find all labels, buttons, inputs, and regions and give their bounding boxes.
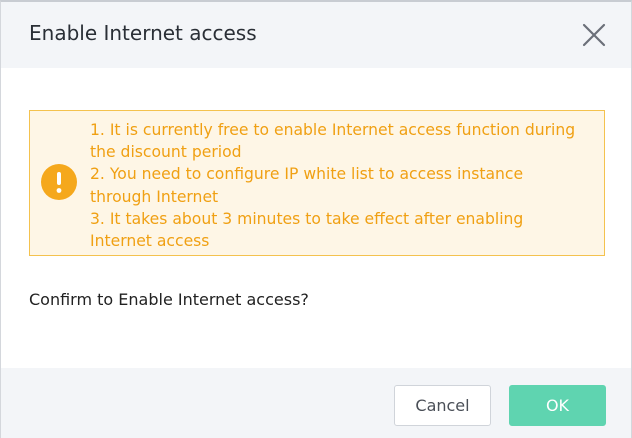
confirm-message: Confirm to Enable Internet access? (29, 290, 309, 309)
notice-line: 1. It is currently free to enable Intern… (90, 121, 576, 139)
dialog-header: Enable Internet access (1, 2, 631, 68)
dialog-footer: Cancel OK (1, 368, 631, 438)
notice-line: 3. It takes about 3 minutes to take effe… (90, 209, 524, 228)
notice-line: through Internet (90, 187, 219, 206)
notice-line: 2. You need to configure IP white list t… (90, 165, 524, 184)
notice-text: 1. It is currently free to enable Intern… (90, 119, 595, 252)
enable-internet-dialog: Enable Internet access 1. It is currentl… (0, 0, 632, 438)
cancel-button[interactable]: Cancel (394, 385, 491, 426)
dialog-title: Enable Internet access (29, 21, 257, 45)
close-icon[interactable] (581, 22, 607, 48)
ok-button[interactable]: OK (509, 385, 606, 426)
notice-box: 1. It is currently free to enable Intern… (29, 110, 605, 256)
notice-line: Internet access (90, 232, 210, 251)
exclamation-circle-icon (40, 163, 78, 201)
notice-line: the discount period (90, 143, 242, 162)
